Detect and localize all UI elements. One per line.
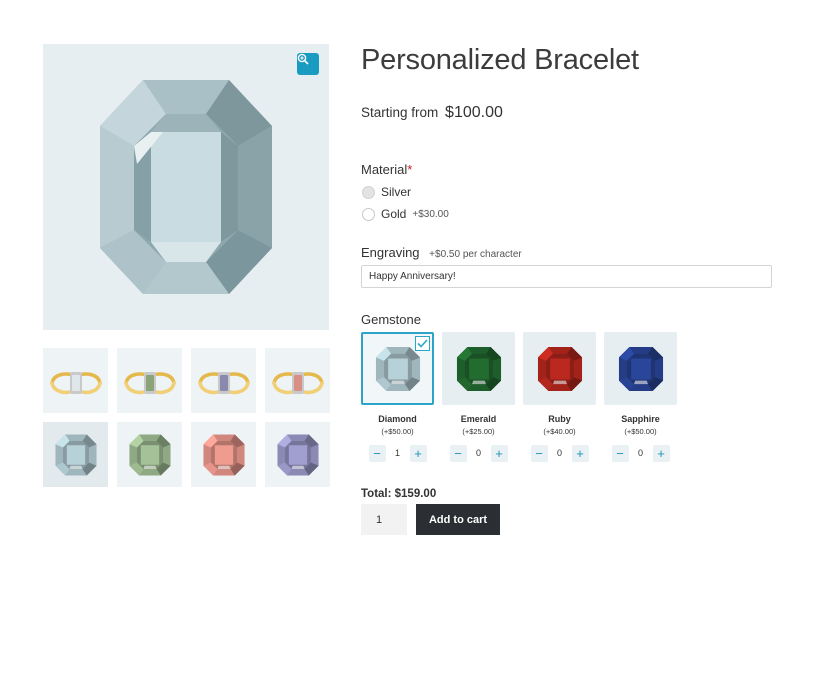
quantity-stepper: −0 + [442,445,515,462]
gem-icon [54,433,97,476]
material-option-silver[interactable]: Silver [362,185,411,199]
gemstone-price: (+$40.00) [543,427,576,436]
gemstone-price: (+$50.00) [381,427,414,436]
gold-radio[interactable] [362,207,375,221]
quantity-stepper: −0 + [523,445,596,462]
emerald-gem-icon [456,346,501,391]
gallery-thumbnail[interactable] [191,348,256,413]
gemstone-price: (+$50.00) [624,427,657,436]
gem-icon [128,433,171,476]
engraving-input[interactable] [361,265,772,288]
quantity-stepper: −1 + [361,445,434,462]
gemstone-label: Gemstone [361,312,421,327]
quantity-input[interactable] [361,504,407,535]
bracelet-icon [49,371,102,394]
increment-button[interactable]: + [409,445,427,462]
bracelet-icon [197,371,250,394]
gemstone-option-sapphire[interactable]: Sapphire (+$50.00) −0 + [604,332,677,462]
silver-label: Silver [381,185,412,199]
product-title: Personalized Bracelet [361,44,639,76]
decrement-button[interactable]: − [449,445,467,462]
gemstone-name: Emerald [460,414,497,424]
gallery-thumbnail[interactable] [265,422,330,487]
bracelet-icon [271,371,324,394]
decrement-button[interactable]: − [611,445,629,462]
price-prefix: Starting from [361,105,439,120]
product-price: $100.00 [445,104,503,121]
silver-radio[interactable] [362,185,375,199]
gallery-thumbnail[interactable] [43,348,108,413]
gem-icon [202,433,245,476]
decrement-button[interactable]: − [368,445,386,462]
material-label-text: Material [361,162,408,177]
bracelet-icon [123,371,176,394]
order-total: Total: $159.00 [361,488,437,500]
gallery-thumbnail[interactable] [43,422,108,487]
main-product-image[interactable] [43,44,329,330]
zoom-in-icon [297,53,309,65]
gallery-thumbnail[interactable] [191,422,256,487]
gemstone-card[interactable] [523,332,596,405]
increment-button[interactable]: + [571,445,589,462]
stepper-value[interactable]: 0 [628,445,653,462]
gemstone-card[interactable] [442,332,515,405]
engraving-label-row: Engraving +$0.50 per character [361,245,522,260]
add-to-cart-button[interactable]: Add to cart [416,504,500,535]
thumbnail-gallery [43,348,330,487]
diamond-gem-image [100,80,272,294]
gemstone-price: (+$25.00) [462,427,495,436]
increment-button[interactable]: + [490,445,508,462]
material-option-gold[interactable]: Gold +$30.00 [362,207,449,221]
stepper-value[interactable]: 1 [385,445,410,462]
gemstone-option-ruby[interactable]: Ruby (+$40.00) −0 + [523,332,596,462]
gemstone-option-emerald[interactable]: Emerald (+$25.00) −0 + [442,332,515,462]
stepper-value[interactable]: 0 [547,445,572,462]
ruby-gem-icon [537,346,582,391]
required-mark: * [407,162,413,177]
gallery-thumbnail[interactable] [117,348,182,413]
gemstone-name: Diamond [378,414,417,424]
checkmark-icon [415,336,430,351]
zoom-button[interactable] [297,53,319,75]
gemstone-name: Ruby [548,414,571,424]
increment-button[interactable]: + [652,445,670,462]
sapphire-gem-icon [618,346,663,391]
quantity-stepper: −0 + [604,445,677,462]
gallery-thumbnail[interactable] [265,348,330,413]
price-line: Starting from $100.00 [361,104,503,122]
gem-icon [276,433,319,476]
gemstone-options: Diamond (+$50.00) −1 + Emerald (+$25.00) −0 + Ru… [361,332,677,462]
gemstone-card[interactable] [604,332,677,405]
engraving-addon-price: +$0.50 per character [429,249,522,260]
decrement-button[interactable]: − [530,445,548,462]
engraving-label: Engraving [361,245,420,260]
gallery-thumbnail[interactable] [117,422,182,487]
gemstone-card[interactable] [361,332,434,405]
gold-label: Gold [381,207,407,221]
gold-addon-price: +$30.00 [412,208,449,220]
stepper-value[interactable]: 0 [466,445,491,462]
material-label: Material* [361,162,412,177]
gemstone-option-diamond[interactable]: Diamond (+$50.00) −1 + [361,332,434,462]
gemstone-name: Sapphire [621,414,660,424]
